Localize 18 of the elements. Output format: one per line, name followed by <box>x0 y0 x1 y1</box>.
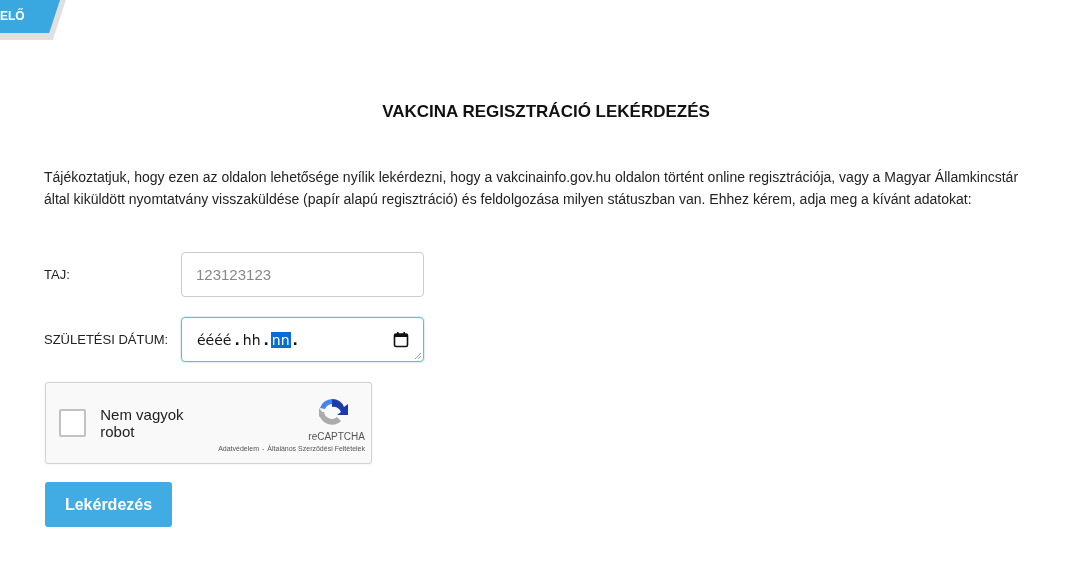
intro-paragraph: Tájékoztatjuk, hogy ezen az oldalon lehetősége nyílik lekérdezni, hogy a vakcinainfo.gov.hu oldalon történt online regisztrációja, vagy a Magyar Államkincstár által kiküldött nyomtatvány visszaküldése (papír alapú regisztráció) és feldolgozása milyen státuszban van. Ehhez kérem, adja meg a kívánt adatokat: <box>44 168 1020 209</box>
date-separator: . <box>262 331 270 348</box>
resize-grip-icon[interactable] <box>414 352 422 360</box>
captcha-checkbox[interactable] <box>59 409 87 437</box>
date-segment[interactable]: nn <box>270 331 291 348</box>
date-segment[interactable]: éééé <box>196 331 233 348</box>
date-field[interactable]: éééé . hh . nn . <box>181 317 424 362</box>
recaptcha-brand: reCAPTCHA <box>308 431 365 442</box>
calendar-icon[interactable] <box>393 331 409 348</box>
field-label: SZÜLETÉSI DÁTUM: <box>44 332 170 347</box>
field-label: TAJ: <box>44 267 71 282</box>
corner-badge: ELŐ <box>0 0 66 40</box>
date-separator: . <box>233 331 241 348</box>
date-separator: . <box>291 331 299 348</box>
taj-field[interactable]: 123123123 <box>181 252 424 297</box>
page-title: VAKCINA REGISZTRÁCIÓ LEKÉRDEZÉS <box>381 102 711 122</box>
captcha-label: Nem vagyok robot <box>100 406 185 440</box>
date-segment[interactable]: hh <box>241 331 262 348</box>
